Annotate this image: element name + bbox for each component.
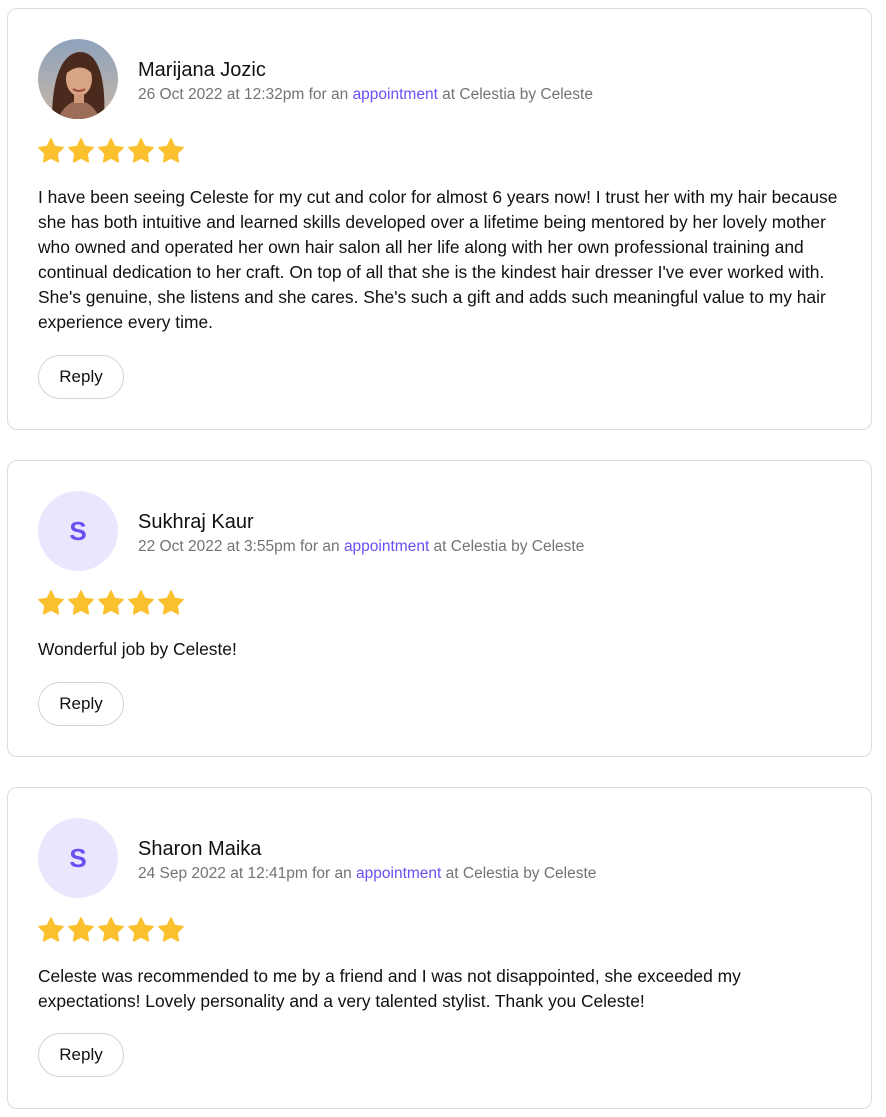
star-icon [98, 138, 124, 163]
avatar-initial: S [69, 843, 87, 873]
star-rating [37, 589, 185, 617]
review-for-text: for an [307, 865, 357, 882]
avatar-initial: S [69, 516, 87, 546]
user-photo [38, 39, 118, 119]
avatar [38, 39, 118, 119]
reply-button[interactable]: Reply [38, 355, 124, 399]
appointment-link[interactable]: appointment [353, 86, 438, 103]
star-rating [37, 137, 185, 165]
avatar: S [38, 818, 118, 898]
review-text: I have been seeing Celeste for my cut an… [38, 187, 838, 332]
review-for-text: for an [304, 86, 353, 103]
star-icon [98, 917, 124, 942]
appointment-link[interactable]: appointment [356, 865, 441, 882]
review-card: Marijana Jozic 26 Oct 2022 at 12:32pm fo… [7, 8, 872, 430]
star-icon [38, 917, 64, 942]
reviewer-name: Sukhraj Kaur [138, 511, 254, 533]
star-icon [158, 917, 184, 942]
star-icon [98, 590, 124, 615]
review-meta: 24 Sep 2022 at 12:41pm for an appointmen… [138, 864, 596, 884]
appointment-link[interactable]: appointment [344, 538, 429, 555]
review-date: 22 Oct 2022 at 3:55pm [138, 538, 296, 555]
star-icon [68, 590, 94, 615]
star-icon [158, 590, 184, 615]
review-meta: 22 Oct 2022 at 3:55pm for an appointment… [138, 537, 584, 557]
star-icon [68, 917, 94, 942]
avatar: S [38, 491, 118, 571]
review-card: S Sharon Maika 24 Sep 2022 at 12:41pm fo… [7, 787, 872, 1109]
star-icon [128, 138, 154, 163]
reply-button[interactable]: Reply [38, 1033, 124, 1077]
review-for-text: for an [295, 538, 344, 555]
review-text: Wonderful job by Celeste! [38, 639, 237, 659]
reply-button[interactable]: Reply [38, 682, 124, 726]
venue-text: at Celestia by Celeste [437, 86, 593, 103]
review-date: 24 Sep 2022 at 12:41pm [138, 865, 308, 882]
star-icon [38, 138, 64, 163]
star-icon [128, 590, 154, 615]
reviewer-name: Marijana Jozic [138, 59, 266, 81]
review-date: 26 Oct 2022 at 12:32pm [138, 86, 305, 103]
review-text: Celeste was recommended to me by a frien… [38, 966, 741, 1011]
star-icon [38, 590, 64, 615]
venue-text: at Celestia by Celeste [429, 538, 585, 555]
star-icon [128, 917, 154, 942]
star-icon [68, 138, 94, 163]
star-icon [158, 138, 184, 163]
venue-text: at Celestia by Celeste [441, 865, 597, 882]
review-meta: 26 Oct 2022 at 12:32pm for an appointmen… [138, 85, 593, 105]
star-rating [37, 916, 185, 944]
review-card: S Sukhraj Kaur 22 Oct 2022 at 3:55pm for… [7, 460, 872, 757]
reviewer-name: Sharon Maika [138, 838, 262, 860]
